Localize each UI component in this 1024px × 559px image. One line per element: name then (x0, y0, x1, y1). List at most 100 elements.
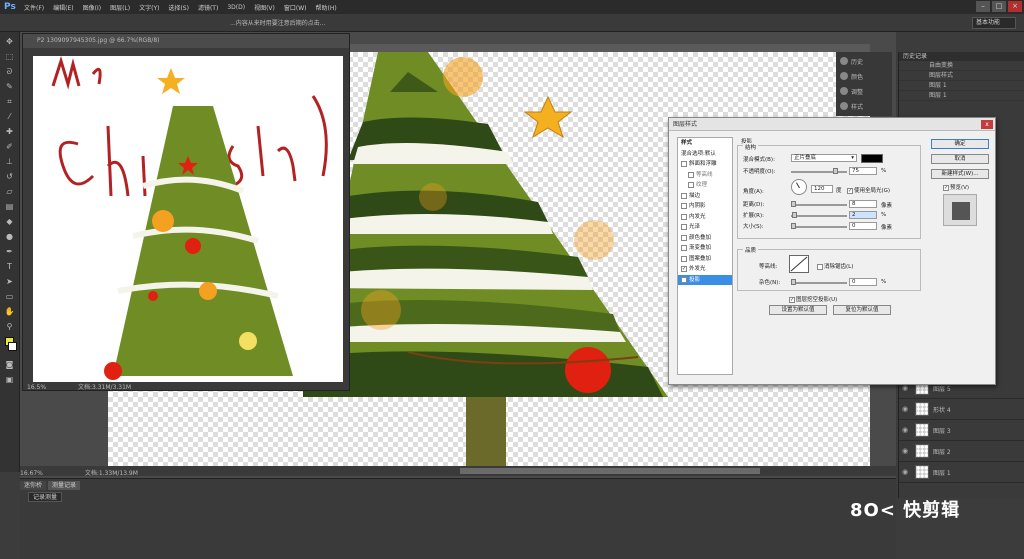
opacity-slider-knob[interactable] (833, 168, 838, 174)
style-item[interactable]: 等高线 (678, 170, 732, 181)
shape-tool-icon[interactable]: ▭ (4, 292, 16, 302)
history-row[interactable]: 图层 1 (899, 91, 1024, 101)
style-item[interactable]: 描边 (678, 191, 732, 202)
menu-view[interactable]: 视图(V) (254, 3, 275, 12)
ok-button[interactable]: 确定 (931, 139, 989, 149)
floating-doc-titlebar[interactable]: P2 1309097945305.jpg @ 66.7%(RGB/8) (23, 34, 349, 48)
global-light-checkbox[interactable]: ✓ 使用全局光(G) (847, 186, 890, 194)
reset-default-button[interactable]: 复位为默认值 (833, 305, 891, 315)
knockout-checkbox[interactable]: ✓ 图层挖空投影(U) (789, 295, 837, 303)
distance-slider[interactable] (791, 201, 847, 207)
blend-mode-select[interactable]: 正片叠底 ▾ (791, 154, 857, 162)
style-checkbox[interactable] (681, 192, 687, 199)
gradient-tool-icon[interactable]: ▤ (4, 202, 16, 212)
history-panel-button[interactable]: 历史 (840, 55, 888, 67)
hand-tool-icon[interactable]: ✋ (4, 307, 16, 317)
style-item[interactable]: 渐变叠加 (678, 243, 732, 254)
zoom-tool-icon[interactable]: ⚲ (4, 322, 16, 332)
style-checkbox[interactable]: ✓ (681, 276, 687, 283)
blur-tool-icon[interactable]: ◆ (4, 217, 16, 227)
floating-document-window[interactable]: P2 1309097945305.jpg @ 66.7%(RGB/8) 16.5… (22, 33, 350, 391)
menu-type[interactable]: 文字(Y) (139, 3, 159, 12)
horizontal-scrollbar[interactable] (20, 466, 896, 476)
style-item[interactable]: 颜色叠加 (678, 233, 732, 244)
tab-measurement-log[interactable]: 测量记录 (48, 481, 81, 490)
type-tool-icon[interactable]: T (4, 262, 16, 272)
angle-field[interactable]: 120 (811, 185, 833, 193)
style-item[interactable]: 斜面和浮雕 (678, 159, 732, 170)
move-tool-icon[interactable]: ✥ (4, 37, 16, 47)
pen-tool-icon[interactable]: ✒ (4, 247, 16, 257)
styles-panel-button[interactable]: 样式 (840, 100, 888, 112)
eraser-tool-icon[interactable]: ▱ (4, 187, 16, 197)
size-field[interactable]: 0 (849, 222, 877, 230)
spread-field[interactable]: 2 (849, 211, 877, 219)
menu-layer[interactable]: 图层(L) (110, 3, 130, 12)
cancel-button[interactable]: 取消 (931, 154, 989, 164)
scroll-thumb[interactable] (460, 468, 760, 474)
path-select-tool-icon[interactable]: ➤ (4, 277, 16, 287)
menu-image[interactable]: 图像(I) (83, 3, 101, 12)
make-default-button[interactable]: 设置为默认值 (769, 305, 827, 315)
style-checkbox[interactable] (681, 234, 687, 241)
screen-mode-icon[interactable]: ▣ (4, 375, 16, 385)
spread-slider-knob[interactable] (792, 212, 797, 218)
brush-tool-icon[interactable]: ✐ (4, 142, 16, 152)
size-slider-knob[interactable] (791, 223, 796, 229)
record-measurement-button[interactable]: 记录测量 (28, 492, 63, 502)
menu-select[interactable]: 选择(S) (168, 3, 189, 12)
quick-mask-icon[interactable]: ◙ (4, 360, 16, 370)
eyedropper-tool-icon[interactable]: ⁄ (4, 112, 16, 122)
style-checkbox[interactable] (681, 203, 687, 210)
minimize-icon[interactable]: – (976, 1, 990, 12)
style-checkbox[interactable] (681, 255, 687, 262)
menu-help[interactable]: 帮助(H) (316, 3, 337, 12)
opacity-field[interactable]: 75 (849, 167, 877, 175)
angle-dial[interactable] (791, 179, 807, 195)
stamp-tool-icon[interactable]: ⊥ (4, 157, 16, 167)
noise-slider[interactable] (791, 279, 847, 285)
style-checkbox[interactable] (681, 213, 687, 220)
style-checkbox[interactable] (688, 171, 694, 178)
style-item[interactable]: ✓ 投影 (678, 274, 732, 285)
contour-picker[interactable] (789, 255, 809, 273)
style-checkbox[interactable] (681, 161, 687, 168)
color-swatches[interactable] (4, 337, 17, 355)
distance-slider-knob[interactable] (791, 201, 796, 207)
adjust-panel-button[interactable]: 调整 (840, 85, 888, 97)
style-checkbox[interactable] (681, 245, 687, 252)
antialias-checkbox[interactable]: 消除锯齿(L) (817, 262, 853, 270)
noise-field[interactable]: 0 (849, 278, 877, 286)
healing-tool-icon[interactable]: ✚ (4, 127, 16, 137)
eye-icon[interactable]: ◉ (899, 426, 911, 434)
blend-options-item[interactable]: 混合选项:默认 (678, 149, 732, 160)
layer-row[interactable]: ◉ 图层 2 (899, 441, 1024, 462)
size-slider[interactable] (791, 223, 847, 229)
history-row[interactable]: 图层 1 (899, 81, 1024, 91)
layer-row[interactable]: ◉ 图层 1 (899, 462, 1024, 483)
shadow-color-swatch[interactable] (861, 154, 883, 163)
style-item[interactable]: 内发光 (678, 212, 732, 223)
quick-select-tool-icon[interactable]: ✎ (4, 82, 16, 92)
style-checkbox[interactable]: ✓ (681, 266, 687, 273)
dodge-tool-icon[interactable]: ● (4, 232, 16, 242)
tab-mini-bridge[interactable]: 迷你桥 (20, 481, 47, 490)
style-checkbox[interactable] (681, 224, 687, 231)
maximize-icon[interactable]: □ (992, 1, 1006, 12)
close-icon[interactable]: × (1008, 1, 1022, 12)
menu-window[interactable]: 窗口(W) (284, 3, 307, 12)
dialog-close-icon[interactable]: x (981, 120, 993, 129)
style-item[interactable]: 纹理 (678, 180, 732, 191)
marquee-tool-icon[interactable]: ⬚ (4, 52, 16, 62)
eye-icon[interactable]: ◉ (899, 384, 911, 392)
workspace-select[interactable]: 基本功能 (972, 17, 1016, 29)
eye-icon[interactable]: ◉ (899, 405, 911, 413)
style-item[interactable]: 内阴影 (678, 201, 732, 212)
opacity-slider[interactable] (791, 168, 847, 174)
style-item[interactable]: 光泽 (678, 222, 732, 233)
layer-row[interactable]: ◉ 形状 4 (899, 399, 1024, 420)
menu-3d[interactable]: 3D(D) (227, 4, 245, 11)
layer-row[interactable]: ◉ 图层 3 (899, 420, 1024, 441)
noise-slider-knob[interactable] (791, 279, 796, 285)
style-item[interactable]: ✓ 外发光 (678, 264, 732, 275)
